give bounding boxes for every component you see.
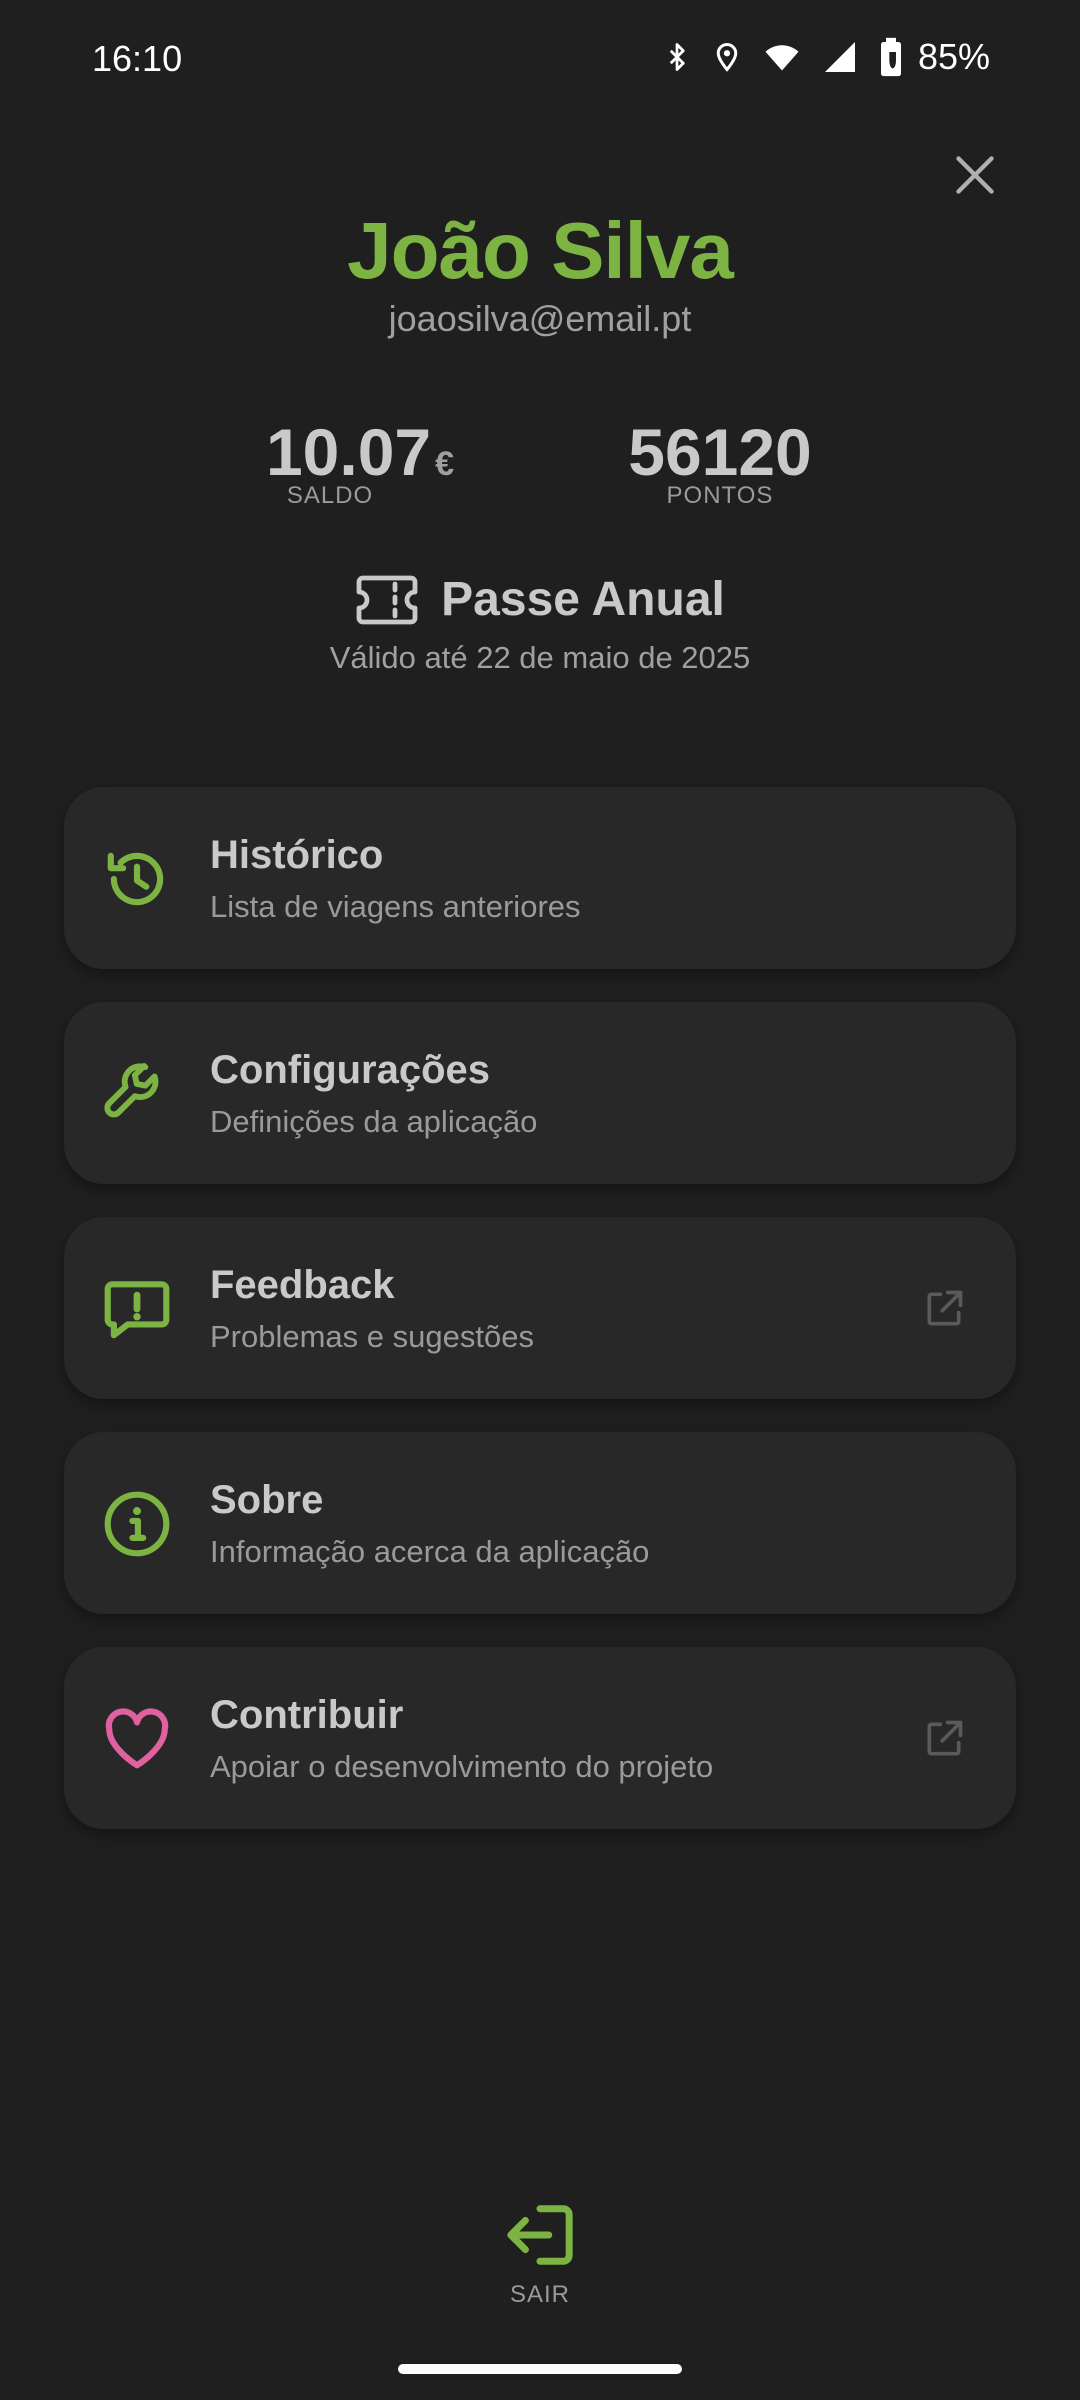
menu-item-settings[interactable]: Configurações Definições da aplicação xyxy=(64,1002,1016,1184)
menu-item-subtitle: Definições da aplicação xyxy=(210,1104,538,1139)
external-link-icon xyxy=(927,1720,963,1756)
wifi-icon xyxy=(765,45,799,71)
menu-item-title: Histórico xyxy=(210,833,384,877)
pass-row: Passe Anual xyxy=(0,572,1080,627)
menu-item-contribute[interactable]: Contribuir Apoiar o desenvolvimento do p… xyxy=(64,1647,1016,1829)
logout-button[interactable]: SAIR xyxy=(480,2200,600,2309)
home-indicator[interactable] xyxy=(398,2364,682,2374)
balance-stat: 10.07 € SALDO xyxy=(210,410,510,510)
history-icon xyxy=(100,842,174,916)
location-icon xyxy=(716,42,738,72)
pass-title: Passe Anual xyxy=(441,573,725,626)
status-icons: 85% xyxy=(662,36,990,78)
menu-item-about[interactable]: Sobre Informação acerca da aplicação xyxy=(64,1432,1016,1614)
menu-item-subtitle: Informação acerca da aplicação xyxy=(210,1534,650,1569)
logout-label: SAIR xyxy=(509,2281,570,2308)
heart-icon xyxy=(100,1702,174,1776)
menu-item-title: Feedback xyxy=(210,1263,395,1307)
close-icon xyxy=(956,156,994,194)
external-link-icon xyxy=(927,1290,963,1326)
balance-value: 10.07 xyxy=(265,415,432,489)
menu-item-title: Sobre xyxy=(210,1478,324,1522)
pass-validity: Válido até 22 de maio de 2025 xyxy=(329,640,751,675)
battery-percentage: 85% xyxy=(917,36,990,77)
menu-item-subtitle: Lista de viagens anteriores xyxy=(210,889,581,924)
feedback-icon xyxy=(100,1272,174,1346)
points-stat: 56120 PONTOS xyxy=(570,410,870,510)
profile-email: joaosilva@email.pt xyxy=(388,298,692,339)
wrench-icon xyxy=(100,1057,174,1131)
info-icon xyxy=(100,1487,174,1561)
balance-label: SALDO xyxy=(286,482,374,509)
logout-icon xyxy=(507,2205,573,2265)
points-label: PONTOS xyxy=(666,482,774,509)
close-button[interactable] xyxy=(940,140,1010,210)
menu-item-title: Contribuir xyxy=(210,1693,404,1737)
signal-icon xyxy=(824,42,855,72)
status-time: 16:10 xyxy=(92,38,183,79)
menu-item-feedback[interactable]: Feedback Problemas e sugestões xyxy=(64,1217,1016,1399)
bluetooth-icon xyxy=(669,43,685,71)
ticket-icon xyxy=(356,575,418,624)
menu-item-title: Configurações xyxy=(210,1048,491,1092)
menu-item-subtitle: Apoiar o desenvolvimento do projeto xyxy=(210,1749,714,1784)
menu: Histórico Lista de viagens anteriores Co… xyxy=(64,787,1016,1862)
balance-unit: € xyxy=(435,445,455,483)
battery-icon xyxy=(880,37,901,77)
profile-name: João Silva xyxy=(347,206,734,295)
menu-item-history[interactable]: Histórico Lista de viagens anteriores xyxy=(64,787,1016,969)
menu-item-subtitle: Problemas e sugestões xyxy=(210,1319,534,1354)
status-bar: 16:10 85% xyxy=(0,0,1080,120)
